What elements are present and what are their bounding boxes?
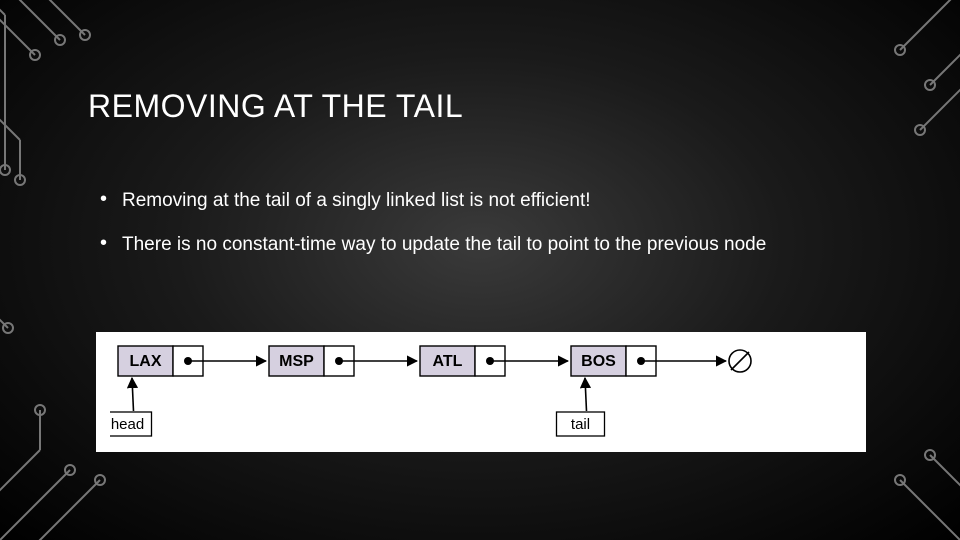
bullet-item: Removing at the tail of a singly linked … bbox=[100, 188, 900, 214]
linked-list-diagram: LAX MSP ATL BOS head tail bbox=[96, 332, 866, 452]
bullet-list: Removing at the tail of a singly linked … bbox=[100, 188, 900, 275]
svg-text:ATL: ATL bbox=[433, 353, 463, 370]
svg-text:LAX: LAX bbox=[130, 353, 162, 370]
svg-text:head: head bbox=[111, 416, 144, 433]
svg-text:tail: tail bbox=[571, 416, 590, 433]
slide-title: REMOVING AT THE TAIL bbox=[88, 88, 463, 125]
svg-text:BOS: BOS bbox=[581, 353, 616, 370]
bullet-item: There is no constant-time way to update … bbox=[100, 232, 900, 258]
svg-text:MSP: MSP bbox=[279, 353, 314, 370]
